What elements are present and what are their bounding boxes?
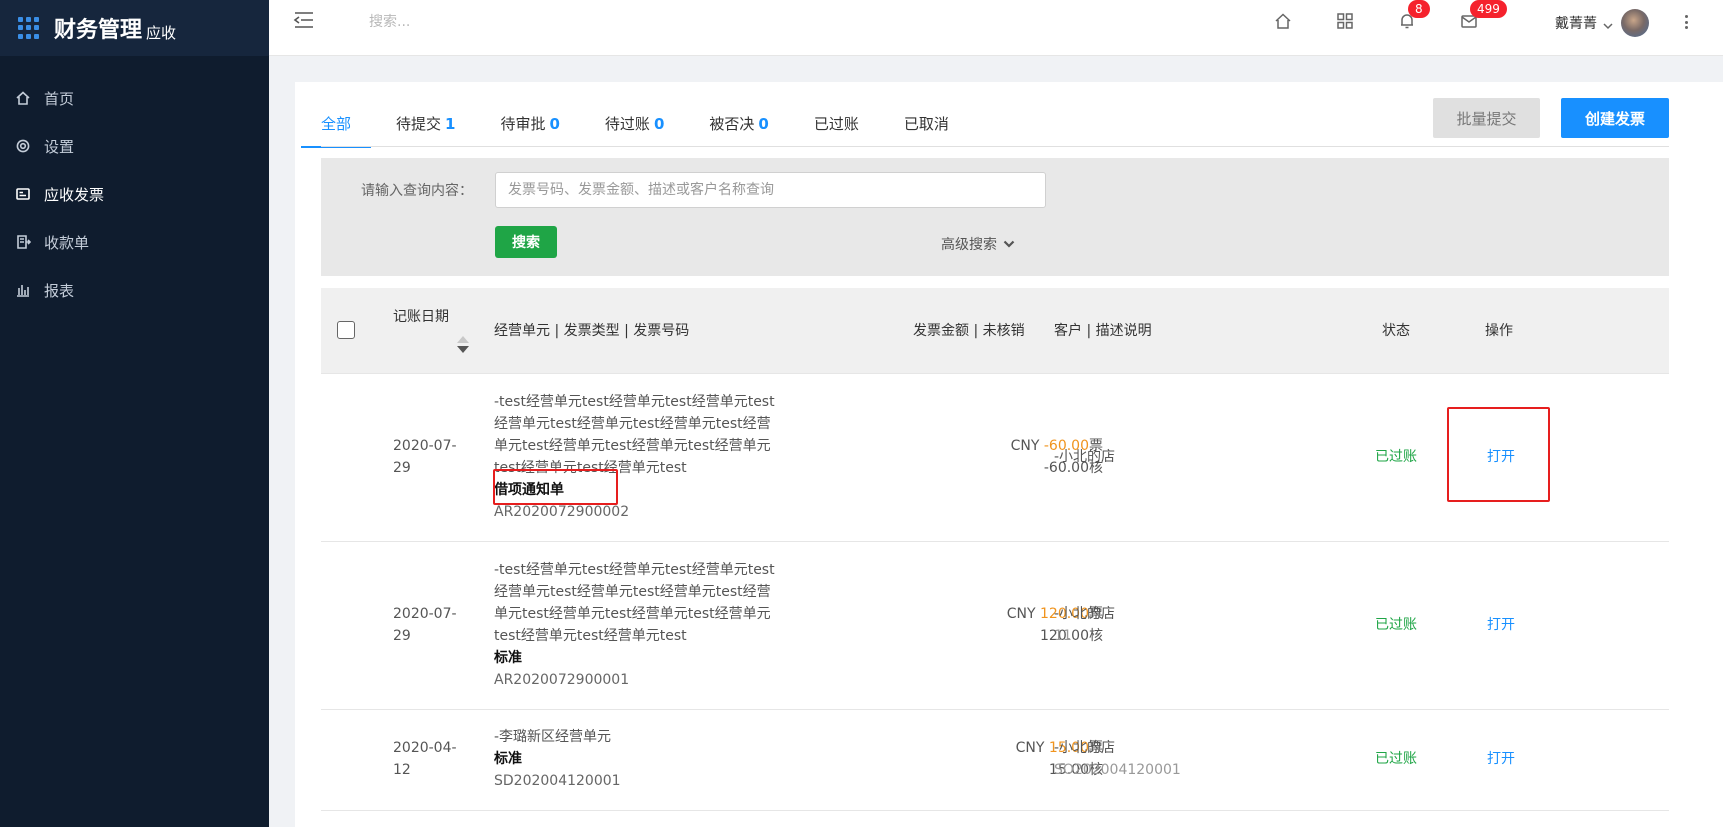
tab-count: 0 <box>758 115 769 133</box>
column-header-op: 操作 <box>1485 323 1513 339</box>
sidebar-item-label: 首页 <box>44 89 75 108</box>
open-link[interactable]: 打开 <box>1471 446 1531 468</box>
sidebar-item-label: 收款单 <box>44 233 90 252</box>
main-card: 全部 待提交 1 待审批 0 待过账 0 被否决 0 已过账 已取消 批量提交 创建发票… <box>295 82 1723 827</box>
create-invoice-button[interactable]: 创建发票 <box>1561 98 1669 138</box>
invoice-number: AR2020072900002 <box>494 504 630 520</box>
user-name: 戴菁菁 <box>1555 16 1597 32</box>
brand: 财务管理 应收 <box>0 0 269 56</box>
row-date: 2020-04- 12 <box>393 740 457 778</box>
mail-icon[interactable]: 499 <box>1458 0 1507 32</box>
sidebar-item-label: 设置 <box>44 137 75 156</box>
tab-all[interactable]: 全部 <box>300 104 372 148</box>
row-customer: -小北的店 11 <box>1054 606 1116 644</box>
bar-chart-icon <box>14 281 32 299</box>
batch-submit-button[interactable]: 批量提交 <box>1433 98 1540 138</box>
user-menu[interactable]: 戴菁菁 <box>1555 9 1649 37</box>
row-date: 2020-07- 29 <box>393 606 457 644</box>
sidebar-nav: 首页 设置 应收发票 收款单 报表 <box>0 74 269 314</box>
table-row: 2020-07- 29 -test经营单元test经营单元test经营单元test… <box>321 543 1669 710</box>
column-header-status: 状态 <box>1382 323 1410 339</box>
sidebar: 财务管理 应收 首页 设置 应收发票 收款单 报表 <box>0 0 269 827</box>
gear-icon <box>14 137 32 155</box>
status-badge: 已过账 <box>1375 449 1417 465</box>
row-unit: -test经营单元test经营单元test经营单元test 经营单元test经营… <box>494 391 784 523</box>
sidebar-item-label: 应收发票 <box>44 185 105 204</box>
top-header: 8 499 戴菁菁 <box>269 0 1723 56</box>
sidebar-item-reports[interactable]: 报表 <box>0 266 269 314</box>
apps-icon[interactable] <box>1334 10 1356 32</box>
notification-badge: 8 <box>1408 0 1430 18</box>
tab-rejected[interactable]: 被否决 0 <box>709 104 768 144</box>
tab-count: 0 <box>549 115 560 133</box>
column-header-unit: 经营单元 | 发票类型 | 发票号码 <box>494 323 690 339</box>
search-panel: 请输入查询内容： 搜索 高级搜索 <box>321 158 1669 276</box>
tab-cancelled[interactable]: 已取消 <box>904 104 949 144</box>
tab-posted[interactable]: 已过账 <box>814 104 859 144</box>
sidebar-item-receipt[interactable]: 收款单 <box>0 218 269 266</box>
table-row: 2020-04- 12 -李璐新区经营单元 标准 SD202004120001 C… <box>321 711 1669 811</box>
tab-pending-approval[interactable]: 待审批 0 <box>500 104 559 144</box>
tab-count: 0 <box>653 115 665 133</box>
invoice-type: 标准 <box>494 650 522 666</box>
search-input[interactable] <box>495 172 1046 208</box>
invoice-number: AR2020072900001 <box>494 672 630 688</box>
invoice-number: SD202004120001 <box>494 773 621 789</box>
receipt-icon <box>14 233 32 251</box>
open-link[interactable]: 打开 <box>1471 748 1531 770</box>
column-header-customer: 客户 | 描述说明 <box>1054 323 1152 339</box>
chevron-down-icon <box>1003 240 1015 248</box>
column-header-amount: 发票金额 | 未核销 <box>913 323 1025 339</box>
home-icon <box>14 89 32 107</box>
table-header: 记账日期 经营单元 | 发票类型 | 发票号码 发票金额 | 未核销 客户 | … <box>321 288 1669 374</box>
menu-collapse-icon[interactable] <box>293 10 317 34</box>
apps-grid-icon[interactable] <box>18 17 40 39</box>
message-badge: 499 <box>1470 0 1507 18</box>
app-title: 财务管理 <box>54 18 143 43</box>
select-all-checkbox[interactable] <box>337 321 355 339</box>
table-row: 2020-07- 29 -test经营单元test经营单元test经营单元test… <box>321 375 1669 542</box>
status-badge: 已过账 <box>1375 617 1417 633</box>
advanced-search-label: 高级搜索 <box>941 237 997 253</box>
open-link[interactable]: 打开 <box>1471 614 1531 636</box>
search-button[interactable]: 搜索 <box>495 226 557 258</box>
invoice-type: 标准 <box>494 751 522 767</box>
sort-icon[interactable] <box>457 336 469 354</box>
avatar <box>1621 9 1649 37</box>
status-tabs: 全部 待提交 1 待审批 0 待过账 0 被否决 0 已过账 已取消 <box>300 104 994 148</box>
sidebar-item-receivable-invoice[interactable]: 应收发票 <box>0 170 269 218</box>
row-customer: -小北的店 <box>1054 449 1116 465</box>
more-vertical-icon[interactable] <box>1681 12 1691 32</box>
app-subtitle: 应收 <box>146 23 177 42</box>
sidebar-item-home[interactable]: 首页 <box>0 74 269 122</box>
invoice-type: 借项通知单 <box>494 482 564 498</box>
column-header-date: 记账日期 <box>393 309 449 325</box>
sidebar-item-label: 报表 <box>44 281 75 300</box>
advanced-search-toggle[interactable]: 高级搜索 <box>941 234 1015 254</box>
chevron-down-icon <box>1603 18 1613 30</box>
bell-icon[interactable]: 8 <box>1396 0 1430 32</box>
invoice-icon <box>14 185 32 203</box>
home-icon[interactable] <box>1272 10 1294 32</box>
search-label: 请输入查询内容： <box>361 183 473 199</box>
sidebar-item-settings[interactable]: 设置 <box>0 122 269 170</box>
tabs-divider <box>321 146 1669 147</box>
tab-pending-posting[interactable]: 待过账 0 <box>605 104 664 144</box>
row-customer: -小北的店 SO202004120001 <box>1054 740 1181 778</box>
row-date: 2020-07- 29 <box>393 438 457 476</box>
row-unit: -test经营单元test经营单元test经营单元test 经营单元test经营… <box>494 559 784 691</box>
status-badge: 已过账 <box>1375 751 1417 767</box>
row-unit: -李璐新区经营单元 标准 SD202004120001 <box>494 726 784 792</box>
tab-pending-submit[interactable]: 待提交 1 <box>396 104 455 144</box>
header-search-input[interactable] <box>369 10 669 34</box>
tab-count: 1 <box>445 115 456 133</box>
